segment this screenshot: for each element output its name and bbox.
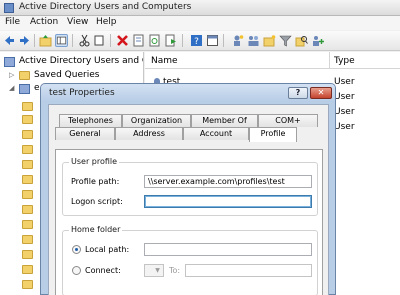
profile-path-input[interactable] — [144, 175, 312, 188]
back-icon[interactable] — [3, 34, 16, 47]
profile-tab-panel: User profile Profile path: Logon script:… — [55, 149, 323, 295]
column-header-name[interactable]: Name — [151, 56, 178, 66]
refresh-icon[interactable] — [148, 34, 161, 47]
tree-item-label: Saved Queries — [34, 70, 100, 80]
local-path-input[interactable] — [144, 243, 312, 256]
menu-bar: File Action View Help — [0, 16, 400, 30]
filter-icon[interactable] — [279, 34, 292, 47]
new-group-icon[interactable] — [247, 34, 260, 47]
local-path-label: Local path: — [85, 245, 130, 254]
toolbar-separator — [223, 34, 224, 47]
row-type: User — [334, 107, 355, 117]
folder-icon — [22, 102, 33, 111]
folder-icon — [22, 130, 33, 139]
connect-to-input[interactable] — [185, 264, 312, 277]
tab-account[interactable]: Account — [183, 127, 249, 140]
column-header-type[interactable]: Type — [334, 56, 355, 66]
folder-icon — [22, 205, 33, 214]
folder-icon — [22, 280, 33, 289]
row-type: User — [334, 122, 355, 132]
tab-address[interactable]: Address — [115, 127, 183, 140]
delete-icon[interactable] — [116, 34, 129, 47]
svg-text:?: ? — [194, 37, 199, 47]
help-icon[interactable]: ? — [190, 34, 203, 47]
toolbar-separator — [72, 34, 73, 47]
tree-item-label: e — [34, 83, 40, 93]
folder-icon — [22, 160, 33, 169]
domain-icon — [19, 84, 30, 94]
tree-item-label: Active Directory Users and Com — [19, 56, 143, 66]
folder-icon — [19, 71, 30, 80]
toolbar: ? — [0, 31, 400, 51]
copy-icon[interactable] — [93, 34, 106, 47]
menu-help[interactable]: Help — [96, 17, 117, 27]
toolbar-separator — [182, 34, 183, 47]
dialog-title: test Properties — [49, 88, 115, 98]
dialog-help-button[interactable]: ? — [288, 87, 308, 99]
folder-icon — [22, 145, 33, 154]
tab-member-of[interactable]: Member Of — [191, 114, 258, 127]
connect-radio[interactable] — [72, 266, 81, 275]
new-user-icon[interactable] — [231, 34, 244, 47]
tab-organization[interactable]: Organization — [122, 114, 191, 127]
dialog-close-button[interactable]: ✕ — [310, 87, 332, 99]
window-title-bar: Active Directory Users and Computers — [0, 0, 400, 16]
toolbar-separator — [110, 34, 111, 47]
toolbar-separator — [34, 34, 35, 47]
home-folder-legend: Home folder — [69, 225, 123, 234]
folder-icon — [22, 265, 33, 274]
logon-script-label: Logon script: — [71, 197, 123, 206]
cut-icon[interactable] — [78, 34, 91, 47]
tab-general[interactable]: General — [55, 127, 115, 140]
folder-icon — [22, 235, 33, 244]
properties-icon[interactable] — [132, 34, 145, 47]
window-title: Active Directory Users and Computers — [19, 2, 192, 12]
local-path-radio[interactable] — [72, 245, 81, 254]
forward-icon[interactable] — [18, 34, 31, 47]
to-label: To: — [169, 266, 181, 275]
home-folder-group: Home folder Local path: Connect: ▼ To: — [62, 225, 318, 295]
collapse-arrow-icon[interactable]: ◢ — [9, 85, 15, 92]
properties-dialog: test Properties ? ✕ Telephones Organizat… — [40, 83, 336, 295]
active-directory-icon — [4, 57, 15, 67]
connect-label: Connect: — [85, 266, 121, 275]
find-icon[interactable] — [295, 34, 308, 47]
folder-icon — [22, 220, 33, 229]
chevron-down-icon: ▼ — [155, 267, 160, 274]
add-to-group-icon[interactable] — [311, 34, 324, 47]
user-profile-group: User profile Profile path: Logon script: — [62, 157, 318, 216]
up-folder-icon[interactable] — [39, 34, 52, 47]
export-list-icon[interactable] — [164, 34, 177, 47]
menu-view[interactable]: View — [67, 17, 88, 27]
dialog-title-bar[interactable]: test Properties ? ✕ — [41, 84, 335, 102]
folder-icon — [22, 175, 33, 184]
profile-path-label: Profile path: — [71, 177, 120, 186]
tree-item-root[interactable]: Active Directory Users and Com — [0, 56, 143, 68]
tab-telephones[interactable]: Telephones — [59, 114, 122, 127]
new-ou-icon[interactable] — [263, 34, 276, 47]
menu-action[interactable]: Action — [30, 17, 58, 27]
column-divider[interactable] — [329, 52, 330, 69]
logon-script-input[interactable] — [144, 195, 312, 208]
console-icon[interactable] — [206, 34, 219, 47]
tab-com-plus[interactable]: COM+ — [258, 114, 318, 127]
show-hide-console-tree-icon[interactable] — [55, 34, 68, 47]
folder-icon — [22, 115, 33, 124]
tab-profile[interactable]: Profile — [249, 127, 297, 142]
tree-item-saved-queries[interactable]: ▷ Saved Queries — [0, 70, 143, 82]
dialog-body: Telephones Organization Member Of COM+ G… — [48, 104, 329, 295]
expand-arrow-icon[interactable]: ▷ — [9, 72, 15, 79]
drive-letter-select[interactable]: ▼ — [144, 264, 164, 277]
list-header: Name Type — [145, 52, 400, 69]
user-profile-legend: User profile — [69, 157, 120, 166]
folder-icon — [22, 190, 33, 199]
row-type: User — [334, 92, 355, 102]
folder-icon — [22, 250, 33, 259]
active-directory-icon — [4, 3, 14, 13]
menu-file[interactable]: File — [5, 17, 20, 27]
row-type: User — [334, 77, 355, 87]
